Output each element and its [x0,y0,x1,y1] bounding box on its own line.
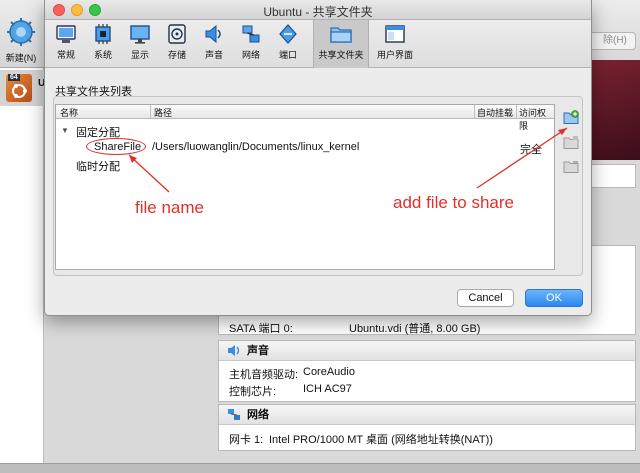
network-row: 网卡 1: Intel PRO/1000 MT 桌面 (网络地址转换(NAT)) [219,429,635,446]
audio-driver-key: 主机音频驱动: [229,369,299,381]
share-access: 完全 [520,144,542,156]
tab-display[interactable]: 显示 [123,20,157,68]
shared-folders-table[interactable]: 名称 路径 自动挂载 访问权限 ▼ 固定分配 ShareFile /Users/… [55,104,555,270]
speaker-icon [205,24,221,44]
dialog-titlebar[interactable]: Ubuntu - 共享文件夹 [45,0,591,20]
tab-ports-label: 端口 [278,50,297,60]
tab-system[interactable]: 系统 [86,20,120,68]
tab-storage-label: 存储 [167,50,186,60]
port-icon [279,24,297,44]
share-path: /Users/luowanglin/Documents/linux_kernel [152,141,360,153]
audio-row: 控制芯片: ICH AC97 [219,381,635,398]
file-name-annotation: file name [135,198,204,217]
new-vm-icon [7,18,35,46]
network-icon [228,409,240,420]
cancel-button[interactable]: Cancel [457,289,514,307]
ok-button[interactable]: OK [525,289,583,307]
settings-tabbar: 常规 系统 显示 存储 声音 网络 端口 共享文件夹 用户界面 [45,20,591,68]
dialog-title: Ubuntu - 共享文件夹 [263,5,373,19]
chip-icon [95,24,111,44]
disclosure-triangle-icon[interactable]: ▼ [61,126,69,135]
tab-ports[interactable]: 端口 [271,20,305,68]
group-label: 临时分配 [76,161,120,173]
group-row-transient[interactable]: 临时分配 [56,156,554,173]
network-section-title: 网络 [247,409,269,421]
storage-key: SATA 端口 0: [229,323,293,335]
tab-audio-label: 声音 [204,50,223,60]
column-divider [516,105,517,119]
audio-chip-value: ICH AC97 [303,383,352,395]
general-icon [56,25,76,43]
ubuntu-os-icon: 64 [6,74,32,102]
audio-chip-key: 控制芯片: [229,386,277,398]
add-file-annotation: add file to share [393,193,514,212]
tab-display-label: 显示 [130,50,149,60]
vm-preview [590,60,640,160]
tab-system-label: 系统 [93,50,112,60]
tab-audio[interactable]: 声音 [197,20,231,68]
tab-general[interactable]: 常规 [49,20,83,68]
tab-network[interactable]: 网络 [234,20,268,68]
tab-user-interface-label: 用户界面 [376,50,413,60]
column-divider [474,105,475,119]
folder-icon [330,27,352,43]
storage-row: SATA 端口 0: Ubuntu.vdi (普通, 8.00 GB) [219,318,635,335]
audio-row: 主机音频驱动: CoreAudio [219,364,635,381]
network-icon [242,25,260,43]
settings-dialog: Ubuntu - 共享文件夹 常规 系统 显示 存储 声音 网络 端口 共享文件… [44,0,592,316]
tab-general-label: 常规 [56,50,75,60]
audio-section-title: 声音 [247,345,269,357]
tab-user-interface[interactable]: 用户界面 [373,20,417,68]
network-section-header[interactable]: 网络 [219,405,635,425]
tab-storage[interactable]: 存储 [160,20,194,68]
network-adapter-key: 网卡 1: [229,434,264,446]
remove-folder-icon[interactable] [563,159,579,173]
column-divider [150,105,151,119]
new-vm-button[interactable]: 新建(N) [4,18,38,64]
tab-shared-folders-label: 共享文件夹 [318,50,364,60]
column-path-header[interactable]: 路径 [154,106,172,119]
speaker-icon [228,345,240,356]
group-row-fixed[interactable]: ▼ 固定分配 [56,122,554,139]
edit-folder-icon[interactable] [563,135,579,149]
window-icon [385,25,405,43]
column-name-header[interactable]: 名称 [60,106,78,119]
vm-list-item-ubuntu[interactable]: 64 U [0,70,45,106]
share-name-highlight [86,138,146,155]
storage-value: Ubuntu.vdi (普通, 8.00 GB) [349,323,481,335]
audio-section-header[interactable]: 声音 [219,341,635,361]
arch-badge: 64 [8,74,20,81]
add-folder-icon[interactable] [563,110,579,124]
vm-list: 64 U [0,68,45,463]
network-adapter-value: Intel PRO/1000 MT 桌面 (网络地址转换(NAT)) [269,434,493,446]
audio-driver-value: CoreAudio [303,366,355,378]
monitor-icon [130,25,150,44]
disk-icon [168,24,186,44]
tab-network-label: 网络 [241,50,260,60]
details-section-network: 网络 网卡 1: Intel PRO/1000 MT 桌面 (网络地址转换(NA… [218,404,636,451]
new-vm-label: 新建(N) [5,53,37,63]
tab-shared-folders[interactable]: 共享文件夹 [313,20,369,68]
table-header: 名称 路径 自动挂载 访问权限 [56,105,554,131]
horizontal-scrollbar[interactable] [0,463,640,473]
details-section-audio: 声音 主机音频驱动: CoreAudio 控制芯片: ICH AC97 [218,340,636,402]
column-automount-header[interactable]: 自动挂载 [477,106,513,119]
